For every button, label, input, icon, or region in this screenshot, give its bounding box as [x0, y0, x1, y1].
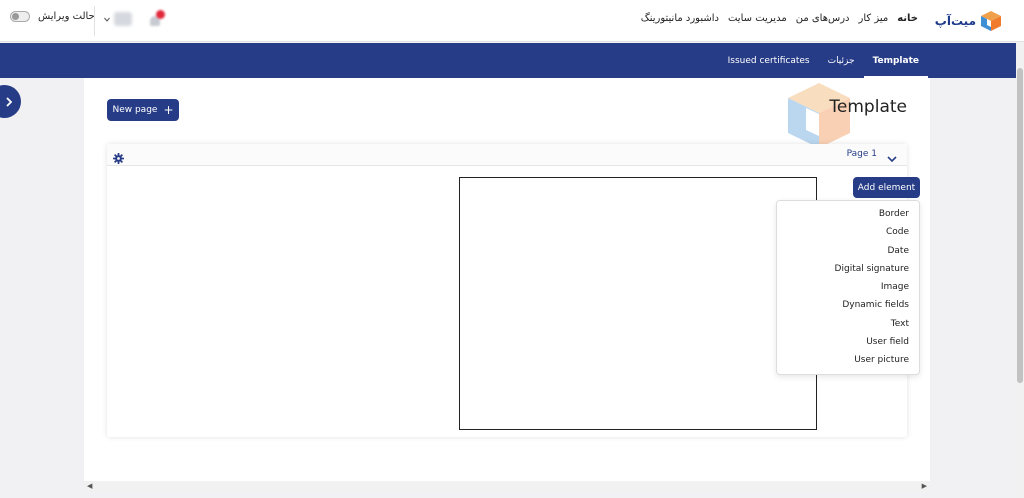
main-region: Template New page + Page 1 Add element B…: [84, 78, 930, 481]
vertical-scrollbar-thumb[interactable]: [1017, 68, 1023, 383]
menu-item-image[interactable]: Image: [777, 278, 919, 296]
tab-details[interactable]: جزئیات: [819, 43, 864, 78]
nav-home[interactable]: خانه: [897, 13, 918, 24]
nav-monitoring-dashboard[interactable]: داشبورد مانیتورینگ: [641, 13, 719, 24]
menu-item-date[interactable]: Date: [777, 242, 919, 260]
tab-template[interactable]: Template: [863, 43, 929, 78]
chevron-down-icon[interactable]: [887, 149, 897, 163]
chevron-right-icon: [6, 96, 13, 107]
menu-item-user-field[interactable]: User field: [777, 333, 919, 351]
nav-dashboard[interactable]: میز کار: [859, 13, 889, 24]
element-type-menu: Border Code Date Digital signature Image…: [776, 200, 920, 375]
menu-item-user-picture[interactable]: User picture: [777, 351, 919, 369]
nav-site-admin[interactable]: مدیریت سایت: [728, 13, 787, 24]
scroll-left-arrow-icon[interactable]: ◀: [87, 482, 92, 490]
main-nav: خانه میز کار درس‌های من مدیریت سایت داشب…: [641, 13, 918, 24]
gear-icon[interactable]: [113, 149, 124, 164]
user-menu[interactable]: [104, 12, 132, 26]
page-title: Template: [829, 97, 907, 117]
page-card: Page 1 Add element Border Code Date Digi…: [107, 144, 920, 437]
edit-mode-toggle[interactable]: [10, 11, 30, 22]
edit-mode-control: حالت ویرایش: [10, 11, 95, 22]
menu-item-dynamic-fields[interactable]: Dynamic fields: [777, 296, 919, 314]
bell-icon[interactable]: [148, 10, 165, 28]
certificate-canvas[interactable]: [459, 177, 817, 430]
scroll-right-arrow-icon[interactable]: ▶: [922, 482, 927, 490]
notification-badge: [156, 10, 165, 19]
logo-text: میت‌آپ: [934, 14, 976, 28]
new-page-label: New page: [112, 105, 158, 115]
menu-item-border[interactable]: Border: [777, 205, 919, 223]
plus-icon: +: [163, 103, 174, 117]
page-label: Page 1: [846, 149, 877, 159]
site-logo[interactable]: میت‌آپ: [934, 8, 1002, 34]
nav-my-courses[interactable]: درس‌های من: [796, 13, 850, 24]
edit-mode-label: حالت ویرایش: [38, 11, 95, 22]
menu-item-code[interactable]: Code: [777, 223, 919, 241]
tab-issued-certificates[interactable]: Issued certificates: [719, 43, 819, 78]
avatar: [114, 12, 132, 26]
top-navbar: میت‌آپ خانه میز کار درس‌های من مدیریت سا…: [0, 0, 1024, 42]
add-element-button[interactable]: Add element: [853, 177, 920, 198]
logo-cube-icon: [980, 10, 1002, 32]
vertical-scrollbar[interactable]: [1016, 43, 1024, 498]
horizontal-scrollbar[interactable]: ◀ ▶: [84, 481, 930, 491]
secondary-tabs: Template جزئیات Issued certificates: [719, 43, 929, 78]
navbar-divider: [94, 6, 95, 36]
secondary-nav: Template جزئیات Issued certificates: [0, 43, 1024, 78]
drawer-toggle-button[interactable]: [0, 85, 21, 118]
menu-item-digital-signature[interactable]: Digital signature: [777, 260, 919, 278]
chevron-down-icon: [104, 17, 110, 22]
page-card-header[interactable]: Page 1: [107, 144, 907, 166]
menu-item-text[interactable]: Text: [777, 315, 919, 333]
new-page-button[interactable]: New page +: [107, 99, 179, 121]
